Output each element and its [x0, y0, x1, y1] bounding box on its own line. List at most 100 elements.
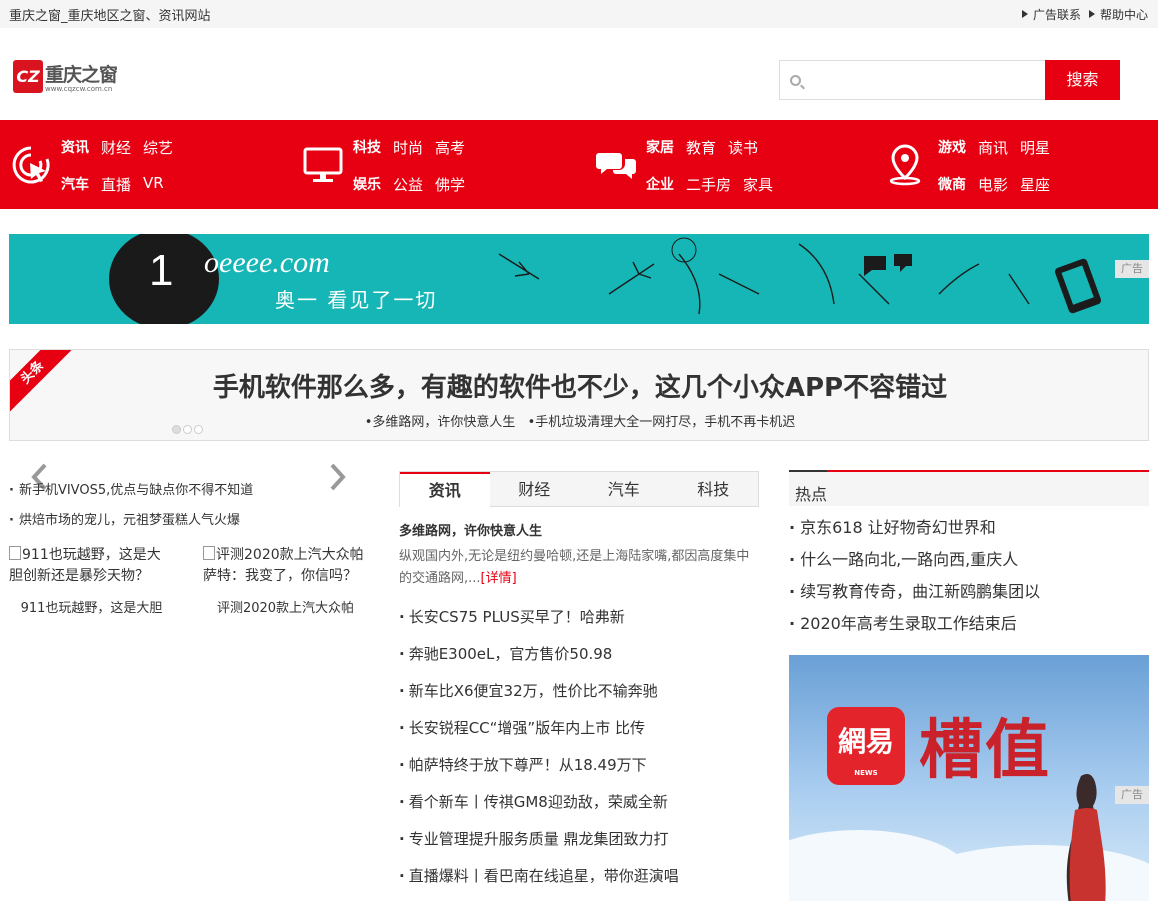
site-title: 重庆之窗_重庆地区之窗、资讯网站 [9, 9, 211, 24]
search-box [779, 60, 1046, 100]
banner-slogan: 奥一 看见了一切 [275, 288, 438, 312]
nav-item[interactable]: 资讯 [61, 137, 89, 158]
tab-finance[interactable]: 财经 [490, 472, 580, 507]
top-bar: 重庆之窗_重庆地区之窗、资讯网站 广告联系 帮助中心 [0, 0, 1158, 28]
banner-brand: oeeee.com [204, 246, 330, 279]
nav-item[interactable]: 商讯 [978, 137, 1008, 158]
logo-badge: CZ [13, 60, 43, 93]
search-button[interactable]: 搜索 [1045, 60, 1120, 100]
slider-dots [172, 425, 203, 434]
nav-group-4: 游戏 商讯 明星 微商 电影 星座 [887, 120, 1157, 209]
hot-news-list: 京东618 让好物奇幻世界和 什么一路向北,一路向西,重庆人 续写教育传奇，曲江… [789, 513, 1149, 641]
nav-item[interactable]: 读书 [728, 137, 758, 158]
list-item[interactable]: 2020年高考生录取工作结束后 [789, 609, 1149, 641]
logo-name: 重庆之窗 [45, 64, 118, 86]
nav-item[interactable]: 高考 [435, 137, 465, 158]
thumbnail-caption[interactable]: 评测2020款上汽大众帕 [203, 597, 368, 616]
list-item[interactable]: 京东618 让好物奇幻世界和 [789, 513, 1149, 545]
headline-title[interactable]: 手机软件那么多，有趣的软件也不少，这几个小众APP不容错过 [10, 367, 1148, 404]
nav-item[interactable]: 汽车 [61, 174, 89, 195]
list-item[interactable]: 长安锐程CC“增强”版年内上市 比传 [399, 713, 759, 750]
nav-item[interactable]: VR [143, 174, 164, 195]
lead-title[interactable]: 多维路网，许你快意人生 [399, 520, 542, 539]
ad-label: 广告 [1115, 260, 1149, 278]
nav-item[interactable]: 微商 [938, 174, 966, 195]
slider-dot[interactable] [194, 425, 203, 434]
help-center-link[interactable]: 帮助中心 [1088, 6, 1148, 23]
nav-item[interactable]: 佛学 [435, 174, 465, 195]
list-item[interactable]: 新车比X6便宜32万，性价比不输奔驰 [399, 676, 759, 713]
tab-auto[interactable]: 汽车 [579, 472, 669, 507]
cursor-click-icon [12, 146, 50, 184]
tab-news[interactable]: 资讯 [400, 472, 490, 507]
list-item[interactable]: 新手机VIVOS5,优点与缺点你不得不知道 [9, 480, 369, 510]
dandelion-seeds-icon [498, 237, 1102, 315]
banner-ad[interactable]: 1 oeeee.com 奥一 看见了一切 广告 [9, 234, 1149, 324]
nav-item[interactable]: 星座 [1020, 174, 1050, 195]
hot-title: 热点 [795, 485, 828, 504]
thumbnail-card[interactable]: 911也玩越野，这是大胆创新还是暴殄天物？ 911也玩越野，这是大胆 [9, 545, 174, 616]
lead-description: 纵观国内外,无论是纽约曼哈顿,还是上海陆家嘴,都因高度集中的交通路网,...[详… [399, 549, 750, 586]
search-bar: 搜索 [779, 60, 1120, 100]
category-nav: 资讯 财经 综艺 汽车 直播 VR 科技 时尚 高考 娱乐 公益 佛学 家居 教… [0, 120, 1158, 209]
ad-label: 广告 [1115, 786, 1149, 804]
hot-header: 热点 [789, 470, 1149, 506]
nav-group-1: 资讯 财经 综艺 汽车 直播 VR [10, 120, 290, 209]
slider-dot[interactable] [172, 425, 181, 434]
nav-item[interactable]: 家居 [646, 137, 674, 158]
nav-item[interactable]: 游戏 [938, 137, 966, 158]
list-item[interactable]: 专业管理提升服务质量 鼎龙集团致力打 [399, 824, 759, 861]
thumbnail-caption[interactable]: 911也玩越野，这是大胆 [9, 597, 174, 616]
nav-item[interactable]: 综艺 [143, 137, 173, 158]
ad-headline: 槽值 [919, 714, 1051, 788]
nav-group-2: 科技 时尚 高考 娱乐 公益 佛学 [302, 120, 582, 209]
monitor-icon [303, 147, 343, 182]
headline-sub-link[interactable]: •多维路网，许你快意人生 [365, 415, 516, 430]
search-input[interactable] [812, 61, 1042, 97]
triangle-right-icon [1021, 10, 1028, 18]
search-icon [790, 75, 801, 86]
netease-news-logo: 網易 NEWS [827, 707, 905, 785]
top-links: 广告联系 帮助中心 [1021, 6, 1148, 23]
list-item[interactable]: 长安CS75 PLUS买早了！哈弗新 [399, 602, 759, 639]
nav-item[interactable]: 电影 [978, 174, 1008, 195]
nav-item[interactable]: 二手房 [686, 174, 731, 195]
list-item[interactable]: 什么一路向北,一路向西,重庆人 [789, 545, 1149, 577]
location-pin-icon [889, 144, 921, 186]
list-item[interactable]: 烘焙市场的宠儿，元祖梦蛋糕人气火爆 [9, 510, 369, 540]
nav-item[interactable]: 科技 [353, 137, 381, 158]
nav-item[interactable]: 家具 [743, 174, 773, 195]
chat-bubbles-icon [596, 153, 636, 179]
middle-news-list: 长安CS75 PLUS买早了！哈弗新 奔驰E300eL，官方售价50.98 新车… [399, 602, 759, 898]
list-item[interactable]: 直播爆料丨看巴南在线追星，带你逛演唱 [399, 861, 759, 898]
list-item[interactable]: 看个新车丨传祺GM8迎劲敌，荣威全新 [399, 787, 759, 824]
nav-item[interactable]: 财经 [101, 137, 131, 158]
nav-item[interactable]: 明星 [1020, 137, 1050, 158]
sidebar-ad[interactable]: 網易 NEWS 槽值 广告 [789, 655, 1149, 901]
nav-item[interactable]: 企业 [646, 174, 674, 195]
nav-item[interactable]: 教育 [686, 137, 716, 158]
ad-contact-link[interactable]: 广告联系 [1021, 6, 1081, 23]
site-logo[interactable]: CZ 重庆之窗 www.cqzcw.com.cn [13, 60, 125, 96]
girl-illustration-icon [1066, 774, 1106, 901]
list-item[interactable]: 续写教育传奇，曲江新鸥鹏集团以 [789, 577, 1149, 609]
nav-item[interactable]: 直播 [101, 174, 131, 195]
category-tabs: 资讯 财经 汽车 科技 [399, 471, 759, 507]
broken-image-alt: 911也玩越野，这是大胆创新还是暴殄天物？ [9, 545, 174, 587]
headline-sub-link[interactable]: •手机垃圾清理大全一网打尽，手机不再卡机迟 [528, 415, 796, 430]
triangle-right-icon [1088, 10, 1095, 18]
tab-tech[interactable]: 科技 [669, 472, 759, 507]
headline-box: 头条 手机软件那么多，有趣的软件也不少，这几个小众APP不容错过 •多维路网，许… [9, 349, 1149, 441]
list-item[interactable]: 奔驰E300eL，官方售价50.98 [399, 639, 759, 676]
nav-item[interactable]: 娱乐 [353, 174, 381, 195]
list-item[interactable]: 帕萨特终于放下尊严！从18.49万下 [399, 750, 759, 787]
nav-group-3: 家居 教育 读书 企业 二手房 家具 [595, 120, 875, 209]
nav-item[interactable]: 公益 [393, 174, 423, 195]
thumbnail-card[interactable]: 评测2020款上汽大众帕萨特：我变了，你信吗？ 评测2020款上汽大众帕 [203, 545, 368, 616]
slider-dot[interactable] [183, 425, 192, 434]
broken-image-alt: 评测2020款上汽大众帕萨特：我变了，你信吗？ [203, 545, 368, 587]
banner-numeral: 1 [149, 246, 174, 295]
logo-url: www.cqzcw.com.cn [45, 85, 113, 93]
nav-item[interactable]: 时尚 [393, 137, 423, 158]
details-link[interactable]: [详情] [481, 571, 517, 586]
